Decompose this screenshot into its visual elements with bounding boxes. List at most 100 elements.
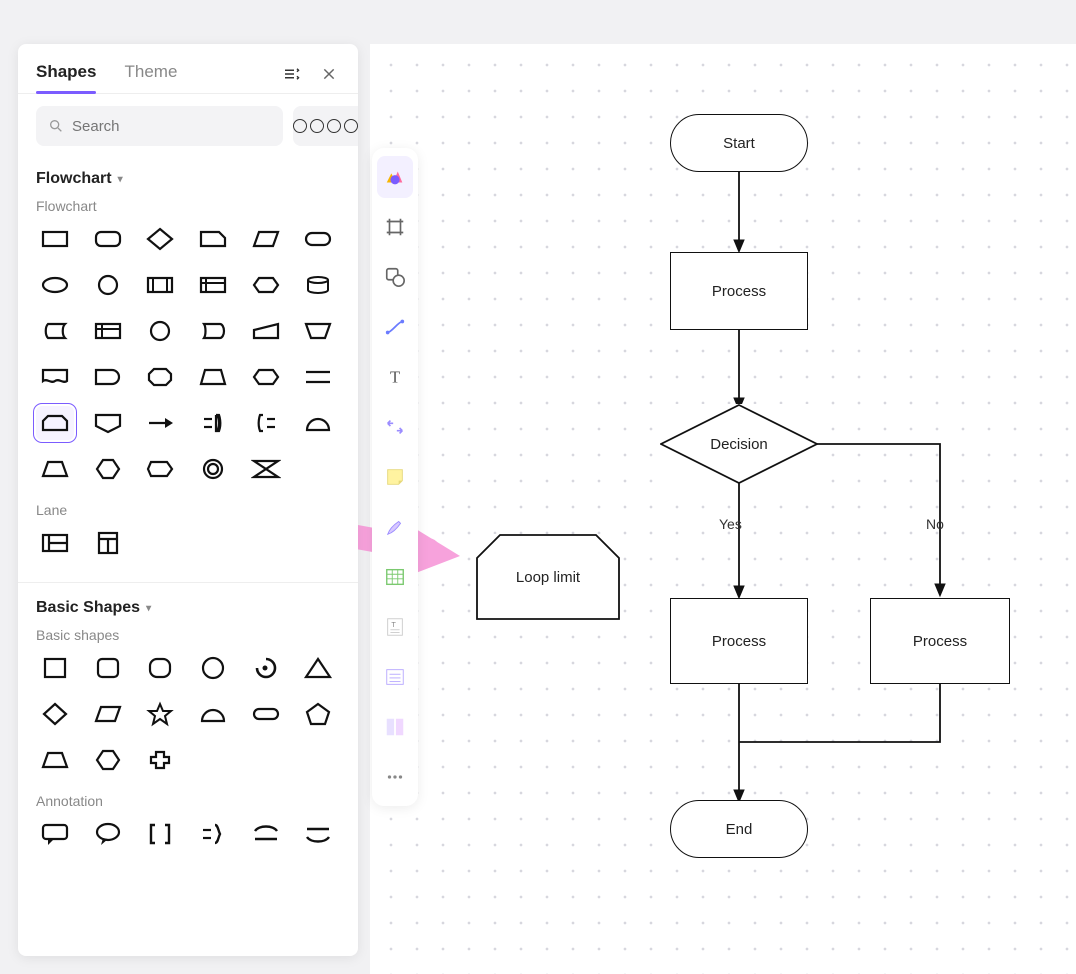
shape-arrow-right[interactable] [141,406,179,440]
shape-preparation[interactable] [247,360,285,394]
search-input[interactable] [72,118,271,135]
shape-parallelogram[interactable] [247,222,285,256]
shape-stored-data[interactable] [36,314,74,348]
node-label: Process [712,633,766,650]
reorder-icon[interactable] [280,63,302,85]
shape-delay[interactable] [89,360,127,394]
node-decision[interactable]: Decision [660,404,818,484]
shape-off-page[interactable] [89,406,127,440]
shape-rounded-square[interactable] [89,651,127,685]
shape-hexagon-2[interactable] [89,452,127,486]
shape-parallel-mode[interactable] [299,360,337,394]
shape-bracket-curly-right[interactable] [194,817,232,851]
shape-diamond-2[interactable] [36,697,74,731]
tab-shapes[interactable]: Shapes [36,54,96,94]
shape-bracket-square[interactable] [141,817,179,851]
shape-octagon-small[interactable] [141,360,179,394]
section-basic-shapes-header[interactable]: Basic Shapes ▾ [36,591,340,621]
shape-annotation-right[interactable] [194,406,232,440]
svg-text:T: T [390,368,400,387]
shape-star[interactable] [141,697,179,731]
shape-half-circle[interactable] [299,406,337,440]
tool-sticky-note[interactable] [377,456,413,498]
style-preset-dropdown[interactable]: ⌄ [293,106,358,146]
shape-connector-circle[interactable] [141,314,179,348]
shape-internal-storage-2[interactable] [89,314,127,348]
shape-rectangle[interactable] [36,222,74,256]
node-process-no[interactable]: Process [870,598,1010,684]
edge-no-merge[interactable] [738,684,948,754]
tool-more[interactable] [377,756,413,798]
shape-pentagon[interactable] [299,697,337,731]
tab-theme[interactable]: Theme [124,54,177,94]
shape-brace-bottom[interactable] [299,817,337,851]
shape-tape[interactable] [194,452,232,486]
search-box[interactable] [36,106,283,146]
shape-brace-top[interactable] [247,817,285,851]
tool-table[interactable] [377,556,413,598]
tool-arrange[interactable] [377,406,413,448]
tool-shape[interactable] [377,256,413,298]
shape-manual-input[interactable] [247,314,285,348]
node-end[interactable]: End [670,800,808,858]
shape-card[interactable] [194,222,232,256]
tool-frame[interactable] [377,206,413,248]
shape-half-circle-2[interactable] [194,697,232,731]
shape-circle-2[interactable] [194,651,232,685]
shape-hexagon[interactable] [247,268,285,302]
tool-pen[interactable] [377,506,413,548]
shape-lane-horizontal[interactable] [36,526,74,560]
node-process-1[interactable]: Process [670,252,808,330]
shape-square[interactable] [36,651,74,685]
node-start[interactable]: Start [670,114,808,172]
shape-internal-storage[interactable] [194,268,232,302]
edge-start-process[interactable] [729,172,749,254]
shape-collate[interactable] [247,452,285,486]
shape-circle[interactable] [89,268,127,302]
shape-pill[interactable] [247,697,285,731]
shapes-panel: Shapes Theme ⌄ Flowchart ▾ Flowchart [18,44,358,956]
shape-annotation-left[interactable] [247,406,285,440]
annotation-shape-grid [36,817,340,861]
shape-direct-data[interactable] [194,314,232,348]
shape-triangle[interactable] [299,651,337,685]
shape-arc[interactable] [247,651,285,685]
shape-database[interactable] [299,268,337,302]
close-icon[interactable] [318,63,340,85]
node-label: Process [712,283,766,300]
shape-terminator[interactable] [299,222,337,256]
shape-manual-operation[interactable] [194,360,232,394]
caret-down-icon: ▾ [146,603,151,614]
edge-label-yes: Yes [719,516,742,532]
shape-rounded-rectangle[interactable] [89,222,127,256]
shape-trapezoid[interactable] [36,743,74,777]
shape-cross[interactable] [141,743,179,777]
canvas[interactable]: Start Process Decision Yes No Process Pr… [370,44,1076,974]
shape-hexagon-3[interactable] [89,743,127,777]
tool-shapes-library[interactable] [377,156,413,198]
tool-template[interactable] [377,706,413,748]
edge-decision-yes[interactable] [729,482,749,600]
node-loop-limit[interactable]: Loop limit [476,534,620,620]
tool-text[interactable]: T [377,356,413,398]
shape-parallelogram-2[interactable] [89,697,127,731]
shape-callout-round[interactable] [89,817,127,851]
section-flowchart-header[interactable]: Flowchart ▾ [36,162,340,192]
shape-display-2[interactable] [141,452,179,486]
shape-lane-vertical[interactable] [89,526,127,560]
shape-predefined-process[interactable] [141,268,179,302]
tool-connector[interactable] [377,306,413,348]
tool-text-block[interactable]: T [377,606,413,648]
shape-ellipse[interactable] [36,268,74,302]
shape-callout-rect[interactable] [36,817,74,851]
shape-trapezoid-up[interactable] [36,452,74,486]
shape-document[interactable] [36,360,74,394]
panel-scroll[interactable]: Flowchart ▾ Flowchart [18,158,358,956]
shape-rounded-square-2[interactable] [141,651,179,685]
tool-list[interactable] [377,656,413,698]
shape-trapezoid-down[interactable] [299,314,337,348]
shape-loop-limit[interactable] [36,406,74,440]
shape-diamond[interactable] [141,222,179,256]
edge-process-decision[interactable] [729,330,749,412]
node-process-yes[interactable]: Process [670,598,808,684]
